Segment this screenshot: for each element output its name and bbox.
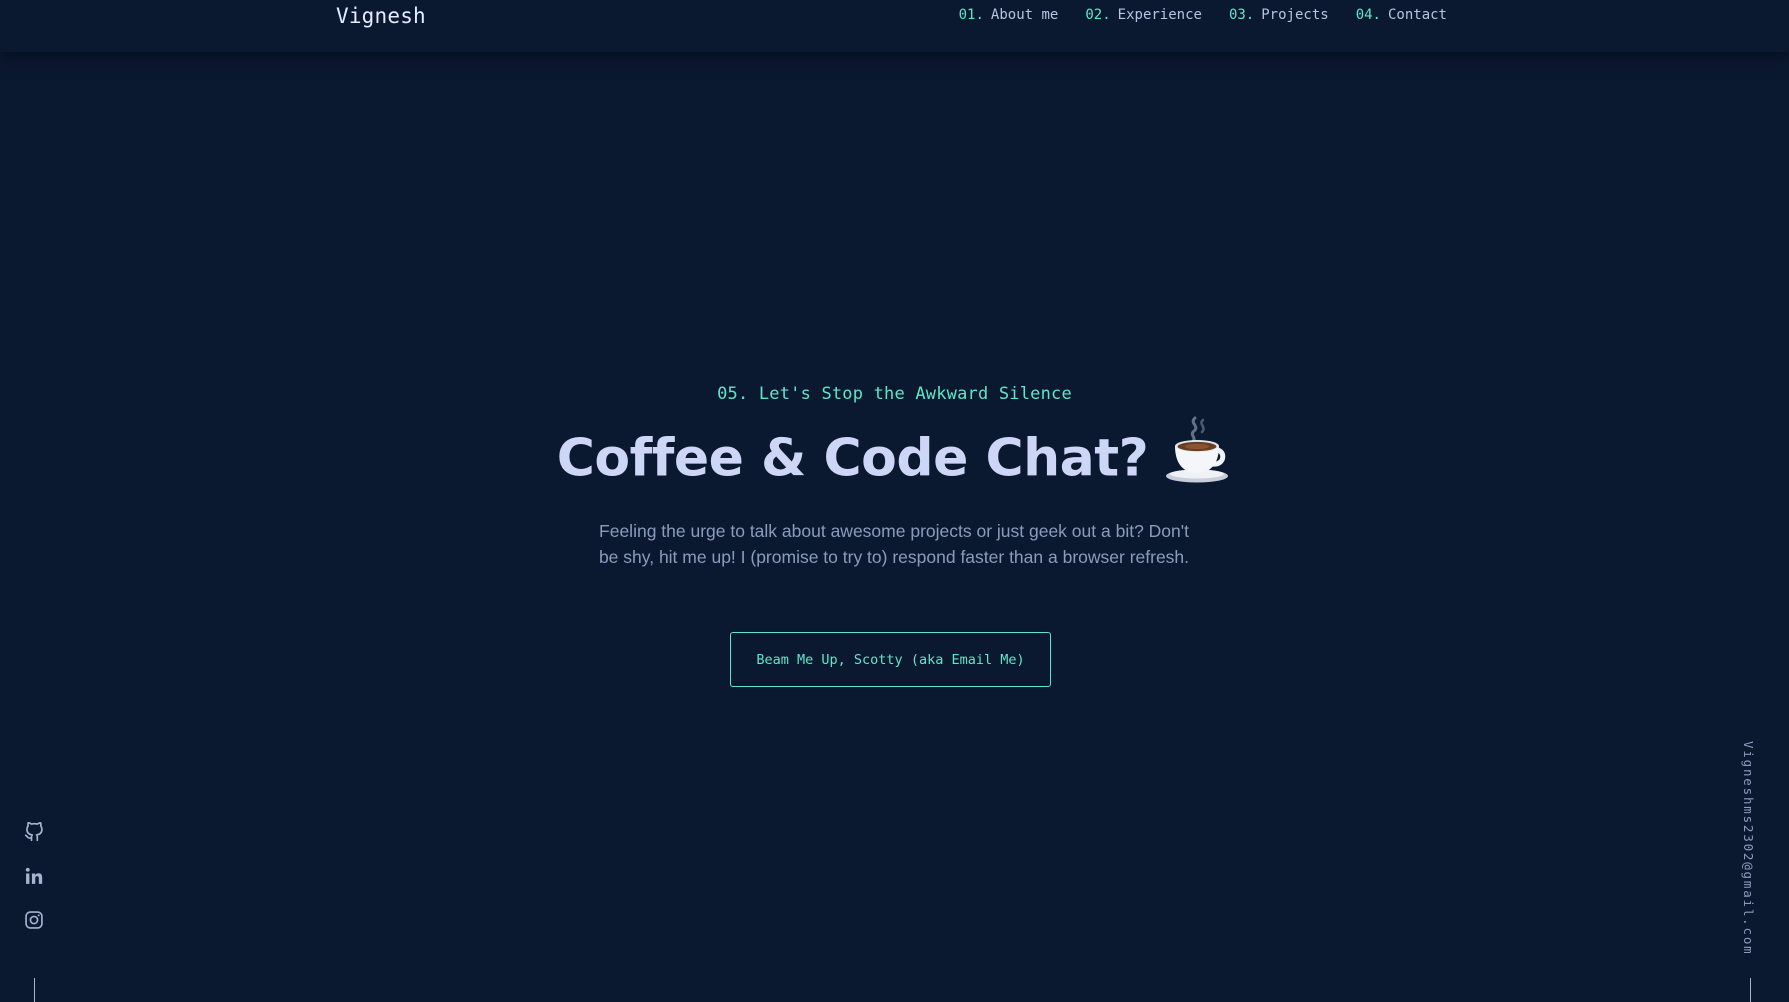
nav-item-number: 02.: [1085, 7, 1111, 23]
nav-item-label: About me: [990, 7, 1059, 23]
email-link[interactable]: Vigneshms2302@gmail.com: [1741, 741, 1756, 956]
nav-item-label: Contact: [1387, 7, 1447, 23]
nav-item-number: 04.: [1355, 7, 1381, 23]
page-title: Coffee & Code Chat?: [0, 416, 1789, 503]
instagram-icon[interactable]: [24, 910, 44, 930]
nav-item-label: Projects: [1261, 7, 1329, 23]
section-overline: 05. Let's Stop the Awkward Silence: [717, 384, 1072, 404]
linkedin-icon[interactable]: [24, 866, 44, 886]
contact-blurb: Feeling the urge to talk about awesome p…: [598, 521, 1190, 567]
site-logo[interactable]: Vignesh: [336, 4, 426, 28]
page-title-text: Coffee & Code Chat?: [556, 428, 1149, 489]
coffee-cup-icon: [1162, 414, 1232, 497]
nav-item-number: 03.: [1228, 7, 1255, 23]
nav-item-number: 01.: [958, 7, 984, 23]
nav-item-experience[interactable]: 02. Experience: [1085, 7, 1202, 23]
right-divider-line: [1750, 978, 1751, 1002]
main-nav: 01. About me 02. Experience 03. Projects 04…: [959, 7, 1447, 23]
top-navbar: Vignesh 01. About me 02. Experience 03. Pro…: [0, 0, 1789, 52]
nav-item-projects[interactable]: 03. Projects: [1229, 7, 1329, 23]
nav-item-label: Experience: [1117, 7, 1202, 23]
nav-item-contact[interactable]: 04. Contact: [1356, 7, 1447, 23]
email-me-button[interactable]: Beam Me Up, Scotty (aka Email Me): [730, 632, 1051, 687]
github-icon[interactable]: [24, 822, 44, 842]
left-divider-line: [34, 978, 35, 1002]
social-links: [24, 822, 44, 930]
nav-item-about[interactable]: 01. About me: [959, 7, 1059, 23]
